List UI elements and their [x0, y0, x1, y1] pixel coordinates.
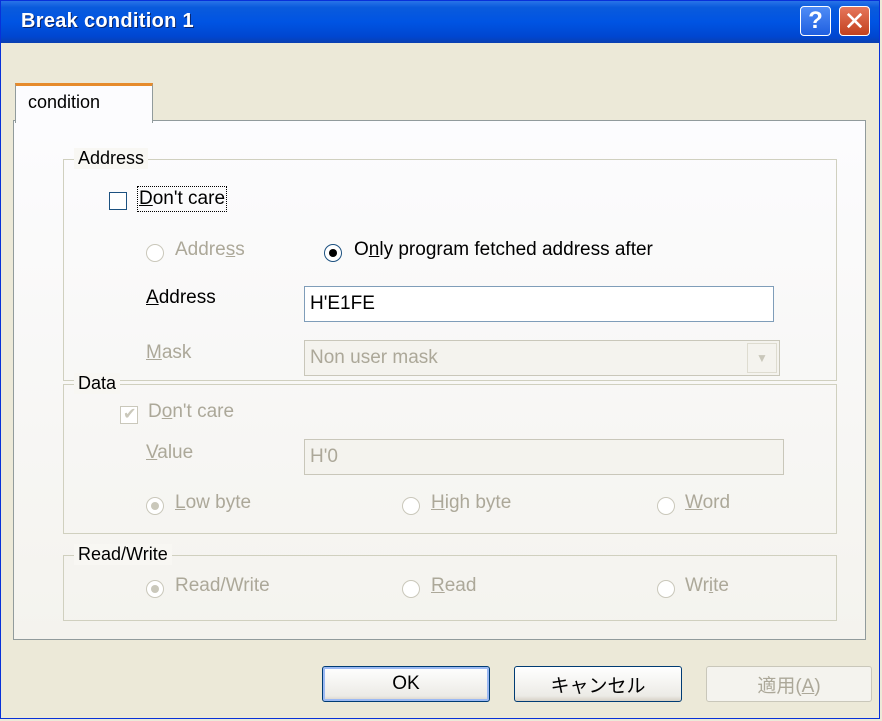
- mask-label: Mask: [146, 342, 192, 363]
- radio-selected-dot: [151, 585, 159, 593]
- address-dont-care-checkbox[interactable]: [109, 192, 127, 210]
- radio-high-byte[interactable]: [402, 497, 420, 515]
- read-write-group-legend: Read/Write: [74, 544, 172, 565]
- radio-address-label: Address: [175, 239, 245, 260]
- radio-read-write-label: Read/Write: [175, 575, 270, 596]
- address-label: Address: [146, 287, 216, 308]
- radio-write[interactable]: [657, 580, 675, 598]
- radio-low-byte[interactable]: [146, 497, 164, 515]
- apply-button[interactable]: 適用(A): [706, 666, 872, 702]
- tab-condition-label: condition: [28, 92, 101, 112]
- data-dont-care-label: Don't care: [148, 401, 235, 422]
- mask-select[interactable]: Non user mask ▼: [304, 340, 780, 376]
- radio-high-byte-label: High byte: [431, 492, 512, 513]
- mask-select-value: Non user mask: [310, 347, 438, 368]
- checkmark-icon: ✔: [123, 406, 137, 423]
- data-group: Data ✔ Don't care Value H'0 Low byte Hig…: [63, 373, 837, 534]
- data-group-legend: Data: [74, 373, 121, 394]
- data-dont-care-checkbox[interactable]: ✔: [120, 406, 138, 424]
- value-label: Value: [146, 442, 194, 463]
- radio-read-label: Read: [431, 575, 477, 596]
- apply-button-label: 適用(A): [757, 675, 821, 697]
- radio-word[interactable]: [657, 497, 675, 515]
- radio-address[interactable]: [146, 244, 164, 262]
- radio-word-label: Word: [685, 492, 731, 513]
- address-dont-care-label[interactable]: Don't care: [136, 186, 228, 212]
- window-title: Break condition 1: [21, 10, 194, 32]
- title-bar[interactable]: Break condition 1 ? ✕: [1, 1, 879, 43]
- close-button[interactable]: ✕: [839, 6, 870, 36]
- address-input[interactable]: H'E1FE: [304, 286, 774, 322]
- chevron-down-icon[interactable]: ▼: [747, 343, 777, 373]
- help-icon: ?: [808, 7, 823, 34]
- radio-write-label: Write: [685, 575, 730, 596]
- radio-selected-dot: [329, 249, 337, 257]
- address-input-value: H'E1FE: [310, 293, 375, 314]
- ok-button[interactable]: OK: [322, 666, 490, 702]
- help-button[interactable]: ?: [800, 6, 831, 36]
- radio-selected-dot: [151, 502, 159, 510]
- ok-button-label: OK: [392, 673, 420, 694]
- radio-low-byte-label: Low byte: [175, 492, 252, 513]
- cancel-button[interactable]: キャンセル: [514, 666, 682, 702]
- radio-only-program-fetched[interactable]: [324, 244, 342, 262]
- tab-page-condition: Address Don't care Address Only program …: [13, 120, 866, 640]
- radio-only-program-fetched-label: Only program fetched address after: [354, 239, 653, 260]
- address-group: Address Don't care Address Only program …: [63, 148, 837, 381]
- close-icon: ✕: [843, 5, 866, 36]
- break-condition-dialog: Break condition 1 ? ✕ condition Address …: [0, 0, 880, 719]
- read-write-group: Read/Write Read/Write Read Write: [63, 544, 837, 621]
- address-group-legend: Address: [74, 148, 149, 169]
- cancel-button-label: キャンセル: [550, 675, 646, 697]
- radio-read[interactable]: [402, 580, 420, 598]
- tab-condition[interactable]: condition: [15, 83, 153, 123]
- radio-read-write[interactable]: [146, 580, 164, 598]
- value-input-value: H'0: [310, 446, 338, 467]
- value-input[interactable]: H'0: [304, 439, 784, 475]
